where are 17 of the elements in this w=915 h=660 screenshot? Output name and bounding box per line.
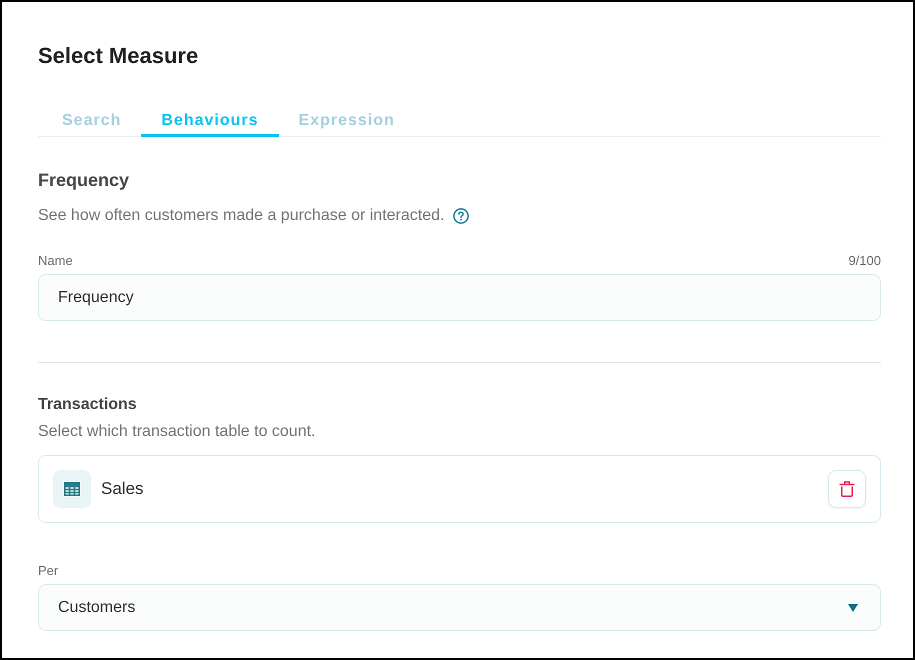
- table-icon: [53, 470, 91, 508]
- field-label: Name: [38, 253, 73, 269]
- caret-icon: [848, 604, 858, 612]
- field-label: Per: [38, 563, 60, 579]
- section-heading: Frequency: [38, 169, 130, 192]
- section-heading: Transactions: [38, 395, 138, 415]
- transaction-card[interactable]: Sales: [38, 455, 881, 523]
- character-counter: 9/100: [848, 253, 881, 269]
- help-icon[interactable]: [453, 208, 470, 224]
- section-description: See how often customers made a purchase or interacted.: [38, 206, 444, 226]
- per-select[interactable]: Customers: [38, 584, 881, 631]
- section-description: Select which transaction table to count.: [38, 422, 316, 442]
- dialog-title: Select Measure: [38, 42, 200, 70]
- name-field[interactable]: Frequency: [38, 274, 881, 321]
- trash-icon: [838, 480, 856, 498]
- delete-button[interactable]: [828, 470, 866, 508]
- transaction-name: Sales: [101, 478, 145, 500]
